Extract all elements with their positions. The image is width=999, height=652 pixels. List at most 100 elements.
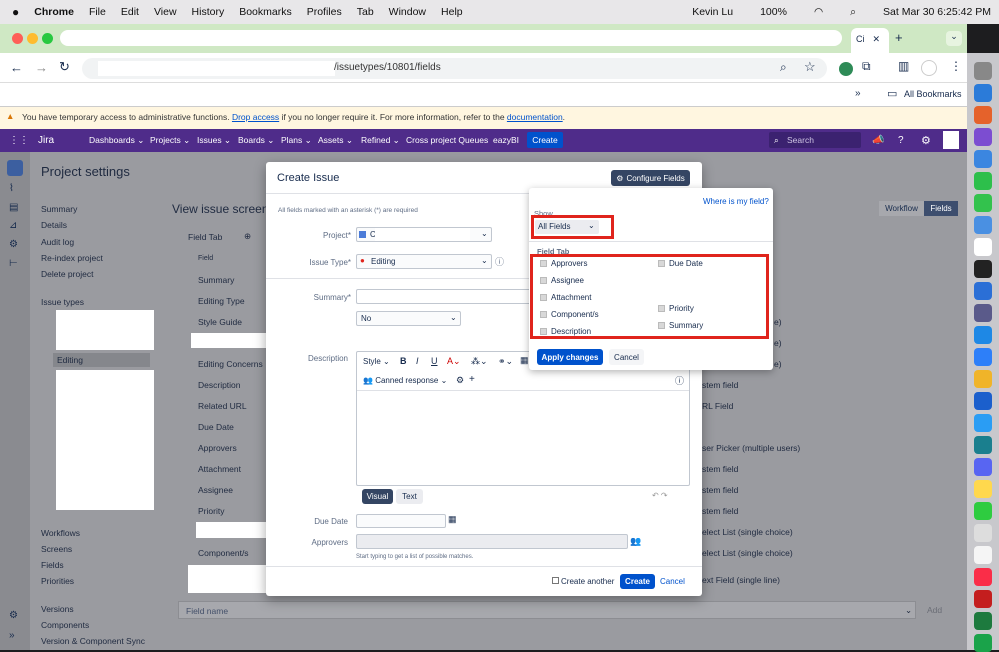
italic-icon[interactable]: I <box>416 356 419 366</box>
help-icon[interactable]: ? <box>898 135 904 146</box>
calendar-icon[interactable]: ▦ <box>448 514 457 525</box>
sidebar-item-components[interactable]: Components <box>41 620 89 630</box>
text-tab[interactable]: Text <box>396 489 423 504</box>
field-row-description[interactable]: Description <box>198 380 241 390</box>
excel-dock-icon[interactable] <box>974 612 992 630</box>
zoom-icon[interactable]: ⌕ <box>780 60 787 75</box>
app-dock-icon[interactable] <box>974 436 992 454</box>
photos-dock-icon[interactable] <box>974 546 992 564</box>
menu-view[interactable]: View <box>154 6 177 18</box>
board-icon[interactable]: ▤ <box>9 202 18 213</box>
menu-edit[interactable]: Edit <box>121 6 139 18</box>
acrobat-dock-icon[interactable] <box>974 590 992 608</box>
activity-icon[interactable]: ⌇ <box>9 183 14 194</box>
sublime-dock-icon[interactable] <box>974 370 992 388</box>
settings-icon[interactable]: ⚙ <box>9 610 18 621</box>
notes-dock-icon[interactable] <box>974 480 992 498</box>
menu-history[interactable]: History <box>192 6 225 18</box>
bookmark-star-icon[interactable]: ☆ <box>804 59 816 75</box>
workflow-button[interactable]: Workflow <box>879 201 924 216</box>
field-row-priority[interactable]: Priority <box>198 506 224 516</box>
text-color-icon[interactable]: A⌄ <box>447 356 461 367</box>
reload-icon[interactable]: ↻ <box>59 59 70 75</box>
help-icon[interactable]: ⓘ <box>675 374 684 387</box>
extensions-icon[interactable]: ⧉ <box>862 59 871 74</box>
minimize-window-icon[interactable] <box>27 33 38 44</box>
edge-dock-icon[interactable] <box>974 84 992 102</box>
popover-cancel-button[interactable]: Cancel <box>609 349 644 365</box>
side-panel-icon[interactable]: ▥ <box>898 59 909 73</box>
issue-type-select[interactable]: ● Editing ⌄ <box>356 254 492 269</box>
add-icon[interactable]: + <box>469 374 475 385</box>
tab-close-icon[interactable]: ✕ <box>873 34 881 44</box>
discord-dock-icon[interactable] <box>974 458 992 476</box>
sidebar-item-reindex[interactable]: Re-index project <box>41 253 103 263</box>
field-name-input[interactable]: Field name ⌄ <box>178 601 916 619</box>
app-menu[interactable]: Chrome <box>34 6 74 18</box>
menu-tab[interactable]: Tab <box>357 6 374 18</box>
music-dock-icon[interactable] <box>974 568 992 586</box>
search-icon[interactable]: ⌕ <box>850 6 856 19</box>
gear-icon[interactable]: ⚙ <box>456 375 464 386</box>
field-row-components[interactable]: Component/s <box>198 548 249 558</box>
more-formatting-icon[interactable]: ⁂⌄ <box>471 356 488 367</box>
project-select[interactable]: C ⌄ <box>356 227 492 242</box>
nav-cross-project-queues[interactable]: Cross project Queues <box>406 135 488 145</box>
create-another-label[interactable]: Create another <box>561 577 614 586</box>
fields-button[interactable]: Fields <box>924 201 958 216</box>
forward-icon[interactable]: → <box>35 60 48 75</box>
undo-icon[interactable]: ↶ ↷ <box>652 491 668 500</box>
field-row-summary[interactable]: Summary <box>198 275 234 285</box>
configure-fields-button[interactable]: ⚙ Configure Fields <box>611 170 690 186</box>
bold-icon[interactable]: B <box>400 356 407 366</box>
menu-help[interactable]: Help <box>441 6 463 18</box>
sidebar-item-priorities[interactable]: Priorities <box>41 576 74 586</box>
sidebar-item-details[interactable]: Details <box>41 220 67 230</box>
underline-icon[interactable]: U <box>431 356 438 366</box>
components-icon[interactable]: ⚙ <box>9 239 18 250</box>
avatar[interactable] <box>943 131 959 149</box>
chrome-menu-icon[interactable]: ⋮ <box>950 59 962 73</box>
field-row-editing-concerns[interactable]: Editing Concerns <box>198 359 263 369</box>
calendar-dock-icon[interactable] <box>974 238 992 256</box>
nav-eazybi[interactable]: eazyBI <box>493 135 519 145</box>
user-picker-icon[interactable]: 👥 <box>630 536 641 547</box>
create-another-checkbox[interactable] <box>552 577 559 584</box>
sidebar-item-summary[interactable]: Summary <box>41 204 77 214</box>
nav-issues[interactable]: Issues ⌄ <box>197 135 231 146</box>
chrome-dock-icon[interactable] <box>974 62 992 80</box>
reports-icon[interactable]: ⊿ <box>9 220 17 231</box>
firefox-dock-icon[interactable] <box>974 106 992 124</box>
tab-search-icon[interactable]: ⌄ <box>946 31 962 46</box>
all-bookmarks-link[interactable]: All Bookmarks <box>904 89 962 99</box>
description-editor[interactable]: Style ⌄ B I U A⌄ ⁂⌄ ⚭⌄ ▦ 👥 Canned respon… <box>356 351 690 486</box>
approvers-input[interactable] <box>356 534 628 549</box>
menu-window[interactable]: Window <box>389 6 426 18</box>
expand-icon[interactable]: » <box>9 630 15 641</box>
project-avatar[interactable] <box>7 160 23 176</box>
summary-input[interactable] <box>356 289 531 304</box>
app-dock-icon[interactable] <box>974 216 992 234</box>
sidebar-item-version-sync[interactable]: Version & Component Sync <box>41 636 145 646</box>
battery-level[interactable]: 100% <box>760 6 787 18</box>
style-dropdown[interactable]: Style ⌄ <box>363 357 390 366</box>
user-name[interactable]: Kevin Lu <box>692 6 733 18</box>
cancel-link[interactable]: Cancel <box>660 577 685 586</box>
issue-type-editing[interactable]: Editing <box>53 353 150 367</box>
jira-logo[interactable]: Jira <box>38 135 54 146</box>
nav-dashboards[interactable]: Dashboards ⌄ <box>89 135 144 146</box>
back-icon[interactable]: ← <box>10 60 23 75</box>
wechat-dock-icon[interactable] <box>974 172 992 190</box>
datetime[interactable]: Sat Mar 30 6:25:42 PM <box>883 6 991 18</box>
table-icon[interactable]: ▦ <box>520 355 529 366</box>
sidebar-item-audit-log[interactable]: Audit log <box>41 237 74 247</box>
sidebar-item-fields[interactable]: Fields <box>41 560 64 570</box>
link-icon[interactable]: ⚭⌄ <box>498 356 513 367</box>
no-select[interactable]: No ⌄ <box>356 311 461 326</box>
address-bar[interactable]: /issuetypes/10801/fields ⌕ ☆ <box>82 58 827 79</box>
field-row-approvers[interactable]: Approvers <box>198 443 237 453</box>
close-window-icon[interactable] <box>12 33 23 44</box>
canned-response-dropdown[interactable]: 👥 Canned response ⌄ <box>363 376 447 385</box>
sidebar-item-delete[interactable]: Delete project <box>41 269 93 279</box>
pycharm-dock-icon[interactable] <box>974 634 992 652</box>
